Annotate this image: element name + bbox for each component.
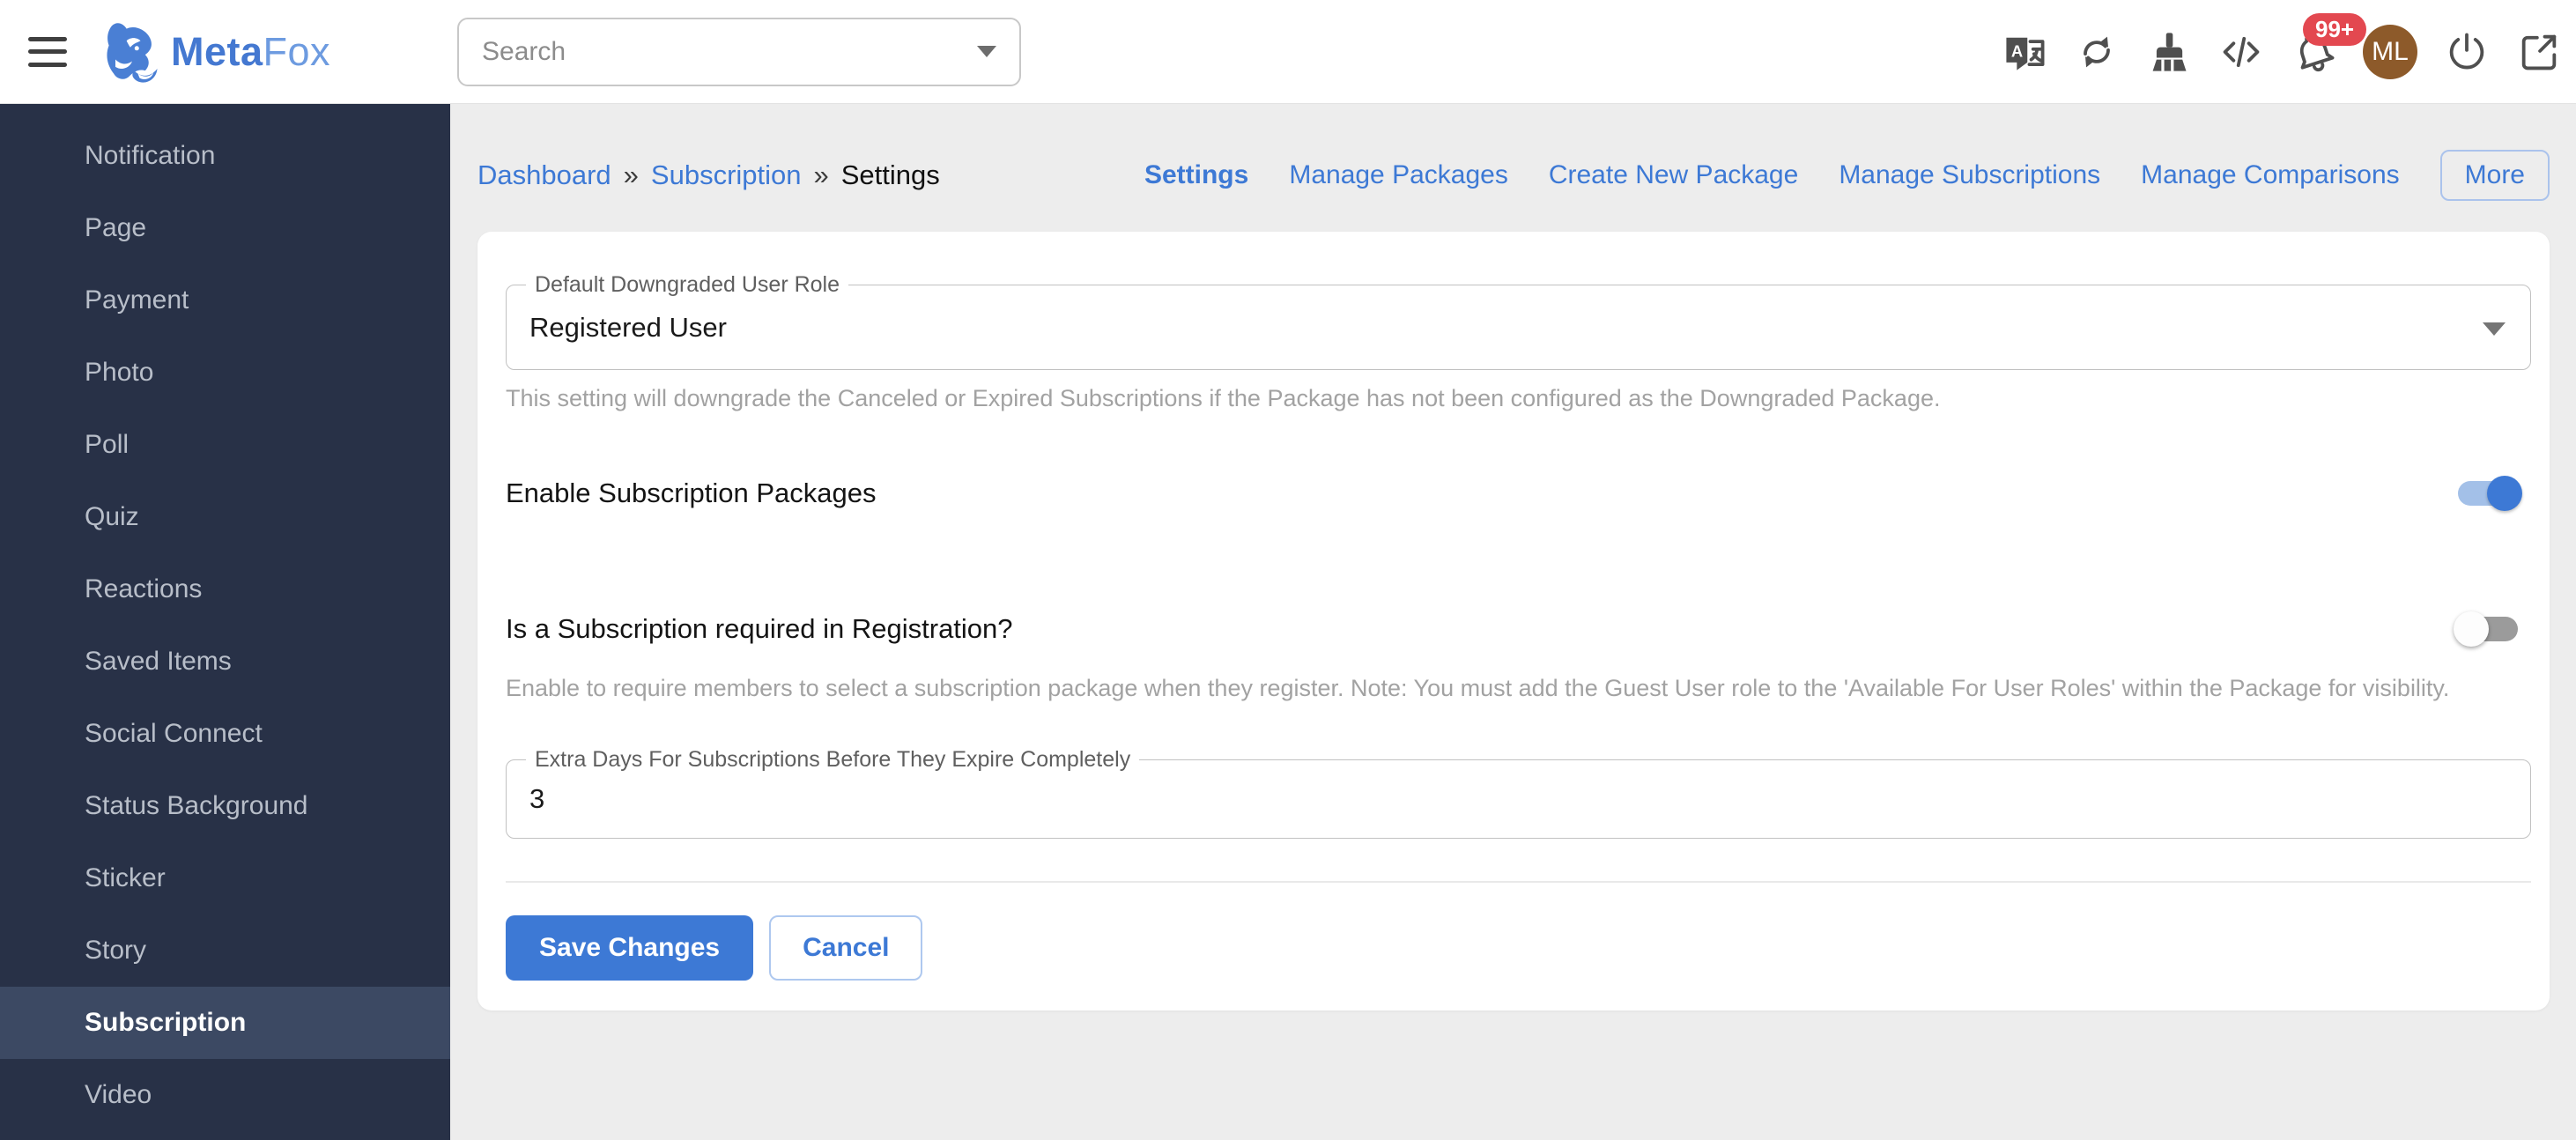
breadcrumb-tabs-bar: Dashboard » Subscription » Settings Sett… xyxy=(477,150,2550,201)
sidebar-item-label: Saved Items xyxy=(85,647,232,676)
sidebar-item-status-background[interactable]: Status Background xyxy=(0,770,450,842)
svg-text:A: A xyxy=(2011,41,2023,60)
sidebar-item-label: Social Connect xyxy=(85,719,263,748)
sidebar-item-label: Notification xyxy=(85,141,216,170)
sidebar-item-label: Photo xyxy=(85,358,154,387)
default-downgraded-user-role-select[interactable]: Default Downgraded User Role Registered … xyxy=(506,272,2531,370)
select-caret-icon[interactable] xyxy=(2483,322,2506,336)
sidebar-item-quiz[interactable]: Quiz xyxy=(0,481,450,553)
sidebar-item-social-connect[interactable]: Social Connect xyxy=(0,698,450,770)
role-helper-text: This setting will downgrade the Canceled… xyxy=(506,385,1941,411)
translate-icon[interactable]: A xyxy=(2002,29,2047,75)
breadcrumb-separator: » xyxy=(813,159,829,190)
more-button[interactable]: More xyxy=(2439,150,2550,201)
form-actions: Save Changes Cancel xyxy=(506,915,2531,981)
sidebar-item-poll[interactable]: Poll xyxy=(0,409,450,481)
extra-days-input[interactable] xyxy=(529,783,2431,815)
enable-packages-toggle[interactable] xyxy=(2455,474,2522,513)
tab-create-new-package[interactable]: Create New Package xyxy=(1549,160,1798,190)
sidebar-item-label: Video xyxy=(85,1080,152,1109)
sidebar-nav: Notification Page Payment Photo Poll Qui… xyxy=(0,104,450,1140)
top-header: MetaFox A xyxy=(0,0,2576,104)
sidebar-item-label: Page xyxy=(85,213,147,242)
sidebar-item-label: Payment xyxy=(85,285,189,315)
clean-brush-icon[interactable] xyxy=(2146,29,2192,75)
notification-count-badge: 99+ xyxy=(2303,12,2367,46)
logo-text: MetaFox xyxy=(171,29,330,75)
selected-role-value: Registered User xyxy=(529,311,727,343)
sidebar-item-page[interactable]: Page xyxy=(0,192,450,264)
breadcrumb-subscription-link[interactable]: Subscription xyxy=(651,159,802,191)
form-divider xyxy=(506,881,2531,883)
sidebar-item-video[interactable]: Video xyxy=(0,1059,450,1131)
breadcrumb: Dashboard » Subscription » Settings xyxy=(477,159,940,191)
code-icon[interactable] xyxy=(2218,29,2264,75)
screen: MetaFox A xyxy=(0,0,2576,1140)
logo-meta: Meta xyxy=(171,28,263,74)
hamburger-menu-icon[interactable] xyxy=(28,36,67,67)
sidebar-item-payment[interactable]: Payment xyxy=(0,264,450,337)
breadcrumb-current-settings: Settings xyxy=(840,159,940,190)
field-label: Default Downgraded User Role xyxy=(526,272,849,298)
fox-icon xyxy=(107,22,158,83)
enable-packages-row: Enable Subscription Packages xyxy=(506,466,2531,521)
cancel-button[interactable]: Cancel xyxy=(769,915,923,981)
sidebar-item-label: Status Background xyxy=(85,791,308,820)
sidebar-item-label: Sticker xyxy=(85,863,166,892)
sidebar-item-label: Subscription xyxy=(85,1008,247,1037)
tab-manage-packages[interactable]: Manage Packages xyxy=(1289,160,1508,190)
sidebar-item-notification[interactable]: Notification xyxy=(0,120,450,192)
sidebar-item-label: Story xyxy=(85,936,147,965)
settings-form-card: Default Downgraded User Role Registered … xyxy=(477,232,2550,1010)
section-tabs: Settings Manage Packages Create New Pack… xyxy=(1144,150,2550,201)
sidebar-item-reactions[interactable]: Reactions xyxy=(0,553,450,626)
breadcrumb-separator: » xyxy=(623,159,639,190)
save-changes-button[interactable]: Save Changes xyxy=(506,915,754,981)
require-registration-toggle[interactable] xyxy=(2454,610,2520,648)
sidebar-item-subscription[interactable]: Subscription xyxy=(0,987,450,1059)
sidebar-item-saved-items[interactable]: Saved Items xyxy=(0,626,450,698)
sidebar-item-photo[interactable]: Photo xyxy=(0,337,450,409)
power-icon[interactable] xyxy=(2444,29,2490,75)
require-registration-row: Is a Subscription required in Registrati… xyxy=(506,602,2531,656)
avatar[interactable]: ML xyxy=(2363,24,2417,79)
open-in-new-icon[interactable] xyxy=(2516,29,2562,75)
search-input[interactable] xyxy=(482,36,978,67)
header-actions: A 99+ ML xyxy=(2002,12,2562,79)
global-search[interactable] xyxy=(457,17,1022,86)
search-dropdown-caret-icon[interactable] xyxy=(977,46,997,57)
sidebar-item-label: Quiz xyxy=(85,502,139,531)
notifications-bell-icon[interactable]: 99+ xyxy=(2291,12,2367,75)
sync-icon[interactable] xyxy=(2074,29,2120,75)
tab-settings[interactable]: Settings xyxy=(1144,160,1248,190)
breadcrumb-dashboard-link[interactable]: Dashboard xyxy=(477,159,611,191)
require-registration-label: Is a Subscription required in Registrati… xyxy=(506,613,1013,644)
toggle-thumb xyxy=(2454,611,2489,647)
toggle-thumb xyxy=(2487,476,2522,511)
metafox-logo[interactable]: MetaFox xyxy=(99,19,330,85)
sidebar-item-label: Reactions xyxy=(85,574,203,603)
logo-fox: Fox xyxy=(263,28,331,74)
tab-manage-subscriptions[interactable]: Manage Subscriptions xyxy=(1839,160,2100,190)
main-content: Dashboard » Subscription » Settings Sett… xyxy=(450,104,2576,1140)
sidebar-item-sticker[interactable]: Sticker xyxy=(0,842,450,914)
tab-manage-comparisons[interactable]: Manage Comparisons xyxy=(2141,160,2399,190)
require-registration-helper-text: Enable to require members to select a su… xyxy=(506,675,2450,701)
sidebar-item-label: Poll xyxy=(85,430,130,459)
field-label: Extra Days For Subscriptions Before They… xyxy=(526,747,1140,773)
extra-days-field[interactable]: Extra Days For Subscriptions Before They… xyxy=(506,747,2531,839)
sidebar-item-story[interactable]: Story xyxy=(0,914,450,987)
enable-packages-label: Enable Subscription Packages xyxy=(506,477,877,508)
